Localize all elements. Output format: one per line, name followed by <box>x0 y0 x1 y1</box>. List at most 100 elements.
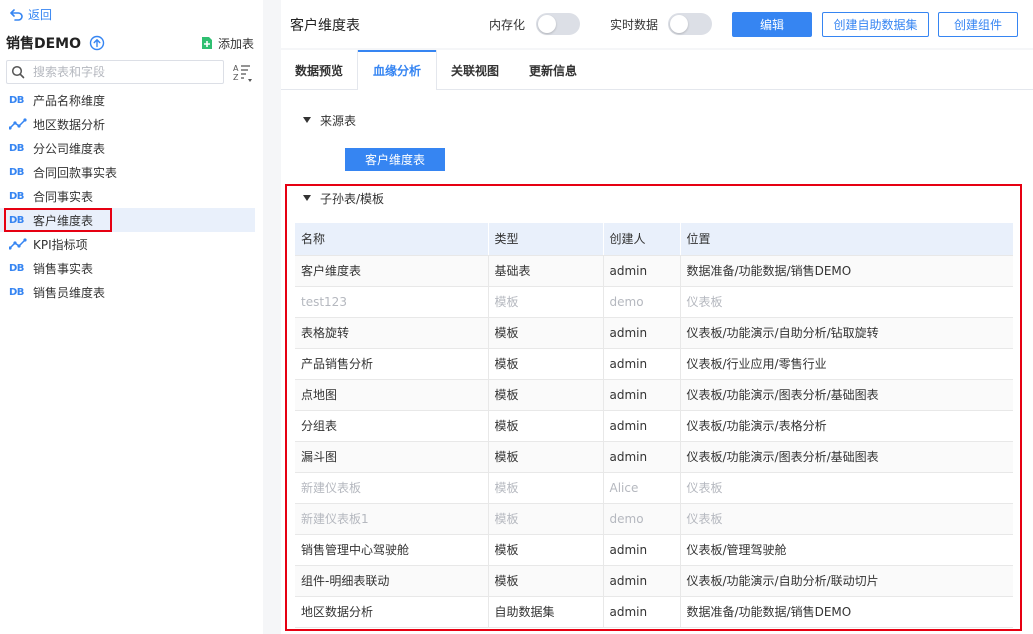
lineage-table: 名称 类型 创建人 位置 客户维度表 基础表 admin 数据准备/功能数据/销售DE… <box>295 223 1013 628</box>
cell-location: 仪表板 <box>680 472 1013 504</box>
column-header-name: 名称 <box>295 223 489 256</box>
sidebar-item[interactable]: DB 合同回款事实表 <box>0 160 263 184</box>
table-row[interactable]: 客户维度表 基础表 admin 数据准备/功能数据/销售DEMO <box>295 255 1013 287</box>
sidebar-item-label: 分公司维度表 <box>33 141 106 156</box>
sidebar-item-label: 销售员维度表 <box>33 285 106 300</box>
tab-data-preview[interactable]: 数据预览 <box>281 50 357 90</box>
table-row[interactable]: 点地图 模板 admin 仪表板/功能演示/图表分析/基础图表 <box>295 379 1013 411</box>
tab-update-info[interactable]: 更新信息 <box>513 50 593 90</box>
cell-location: 仪表板/功能演示/图表分析/基础图表 <box>680 379 1013 411</box>
tab-relation-view[interactable]: 关联视图 <box>437 50 513 90</box>
cell-creator: admin <box>603 534 681 566</box>
cell-creator: admin <box>603 255 681 287</box>
add-table-button[interactable]: 添加表 <box>200 33 254 53</box>
cell-name: test123 <box>295 286 489 318</box>
main-panel: 客户维度表 内存化 实时数据 编辑 创建自助数据集 创建组件 数据预览 血缘分析… <box>281 0 1033 634</box>
toggle-knob <box>670 15 688 33</box>
sidebar-item-label: 合同事实表 <box>33 189 94 204</box>
svg-text:A: A <box>233 64 239 73</box>
sidebar-item[interactable]: DB 分公司维度表 <box>0 136 263 160</box>
cell-name: 点地图 <box>295 379 489 411</box>
sidebar-item[interactable]: KPI指标项 <box>0 232 263 256</box>
upload-circle-icon[interactable] <box>89 35 105 51</box>
source-table-node[interactable]: 客户维度表 <box>345 148 445 171</box>
line-chart-icon <box>9 118 27 130</box>
cell-creator: admin <box>603 441 681 473</box>
column-header-location: 位置 <box>680 223 1013 256</box>
table-row[interactable]: 新建仪表板 模板 Alice 仪表板 <box>295 472 1013 504</box>
package-title-text: 销售DEMO <box>6 36 82 52</box>
table-row[interactable]: test123 模板 demo 仪表板 <box>295 286 1013 318</box>
line-chart-icon <box>9 238 27 250</box>
table-row[interactable]: 新建仪表板1 模板 demo 仪表板 <box>295 503 1013 535</box>
child-section-header[interactable]: 子孙表/模板 <box>303 189 384 207</box>
cell-creator: admin <box>603 348 681 380</box>
sidebar-item[interactable]: 地区数据分析 <box>0 112 263 136</box>
collapse-triangle-icon <box>303 195 311 201</box>
topbar: 客户维度表 内存化 实时数据 编辑 创建自助数据集 创建组件 <box>281 0 1033 48</box>
realtime-toggle[interactable] <box>668 13 712 35</box>
search-input[interactable] <box>33 65 203 79</box>
cell-type: 模板 <box>488 472 604 504</box>
cell-location: 数据准备/功能数据/销售DEMO <box>680 596 1013 628</box>
cell-creator: demo <box>603 503 681 535</box>
db-icon: DB <box>9 262 24 274</box>
db-icon: DB <box>9 94 24 106</box>
cell-name: 新建仪表板1 <box>295 503 489 535</box>
page-title: 客户维度表 <box>290 18 360 34</box>
table-row[interactable]: 销售管理中心驾驶舱 模板 admin 仪表板/管理驾驶舱 <box>295 534 1013 566</box>
cell-creator: demo <box>603 286 681 318</box>
table-row[interactable]: 地区数据分析 自助数据集 admin 数据准备/功能数据/销售DEMO <box>295 596 1013 628</box>
cell-creator: admin <box>603 410 681 442</box>
cell-location: 仪表板/管理驾驶舱 <box>680 534 1013 566</box>
cell-type: 模板 <box>488 379 604 411</box>
column-header-type: 类型 <box>488 223 604 256</box>
source-section-header[interactable]: 来源表 <box>303 111 356 129</box>
cell-location: 仪表板/功能演示/自助分析/钻取旋转 <box>680 317 1013 349</box>
child-section-label: 子孙表/模板 <box>320 191 385 206</box>
table-row[interactable]: 产品销售分析 模板 admin 仪表板/行业应用/零售行业 <box>295 348 1013 380</box>
cell-name: 新建仪表板 <box>295 472 489 504</box>
lineage-content: 来源表 客户维度表 子孙表/模板 名称 类型 创建人 位置 客户维度表 基础表 … <box>281 90 1033 634</box>
db-icon: DB <box>9 214 24 226</box>
sidebar-item[interactable]: DB 合同事实表 <box>0 184 263 208</box>
cell-creator: Alice <box>603 472 681 504</box>
cell-name: 产品销售分析 <box>295 348 489 380</box>
sidebar-item-label: 合同回款事实表 <box>33 165 118 180</box>
back-link[interactable]: 返回 <box>10 5 52 23</box>
cell-type: 基础表 <box>488 255 604 287</box>
cell-type: 模板 <box>488 317 604 349</box>
sidebar-item[interactable]: DB 销售事实表 <box>0 256 263 280</box>
cell-name: 分组表 <box>295 410 489 442</box>
table-row[interactable]: 组件-明细表联动 模板 admin 仪表板/功能演示/自助分析/联动切片 <box>295 565 1013 597</box>
cell-name: 组件-明细表联动 <box>295 565 489 597</box>
table-row[interactable]: 表格旋转 模板 admin 仪表板/功能演示/自助分析/钻取旋转 <box>295 317 1013 349</box>
sidebar-item[interactable]: DB 产品名称维度 <box>0 88 263 112</box>
cell-location: 数据准备/功能数据/销售DEMO <box>680 255 1013 287</box>
table-row[interactable]: 分组表 模板 admin 仪表板/功能演示/表格分析 <box>295 410 1013 442</box>
cell-location: 仪表板 <box>680 286 1013 318</box>
svg-text:Z: Z <box>233 73 239 82</box>
tab-lineage-analysis[interactable]: 血缘分析 <box>357 50 437 91</box>
cell-creator: admin <box>603 596 681 628</box>
column-header-creator: 创建人 <box>603 223 681 256</box>
memory-toggle[interactable] <box>536 13 580 35</box>
package-title: 销售DEMO <box>6 32 105 54</box>
cell-name: 表格旋转 <box>295 317 489 349</box>
tab-bar: 数据预览 血缘分析 关联视图 更新信息 <box>281 50 1033 91</box>
back-label: 返回 <box>28 7 53 22</box>
db-icon: DB <box>9 166 24 178</box>
cell-location: 仪表板/功能演示/表格分析 <box>680 410 1013 442</box>
sidebar-item[interactable]: DB 销售员维度表 <box>0 280 263 304</box>
create-component-button[interactable]: 创建组件 <box>938 12 1018 37</box>
cell-type: 模板 <box>488 503 604 535</box>
cell-location: 仪表板/功能演示/自助分析/联动切片 <box>680 565 1013 597</box>
sidebar-item[interactable]: DB 客户维度表 <box>0 208 255 232</box>
sort-az-icon[interactable]: A Z <box>232 62 254 84</box>
cell-name: 客户维度表 <box>295 255 489 287</box>
edit-button[interactable]: 编辑 <box>732 12 812 37</box>
sidebar-item-label: 地区数据分析 <box>33 117 106 132</box>
cell-type: 模板 <box>488 348 604 380</box>
table-row[interactable]: 漏斗图 模板 admin 仪表板/功能演示/图表分析/基础图表 <box>295 441 1013 473</box>
create-dataset-button[interactable]: 创建自助数据集 <box>822 12 929 37</box>
